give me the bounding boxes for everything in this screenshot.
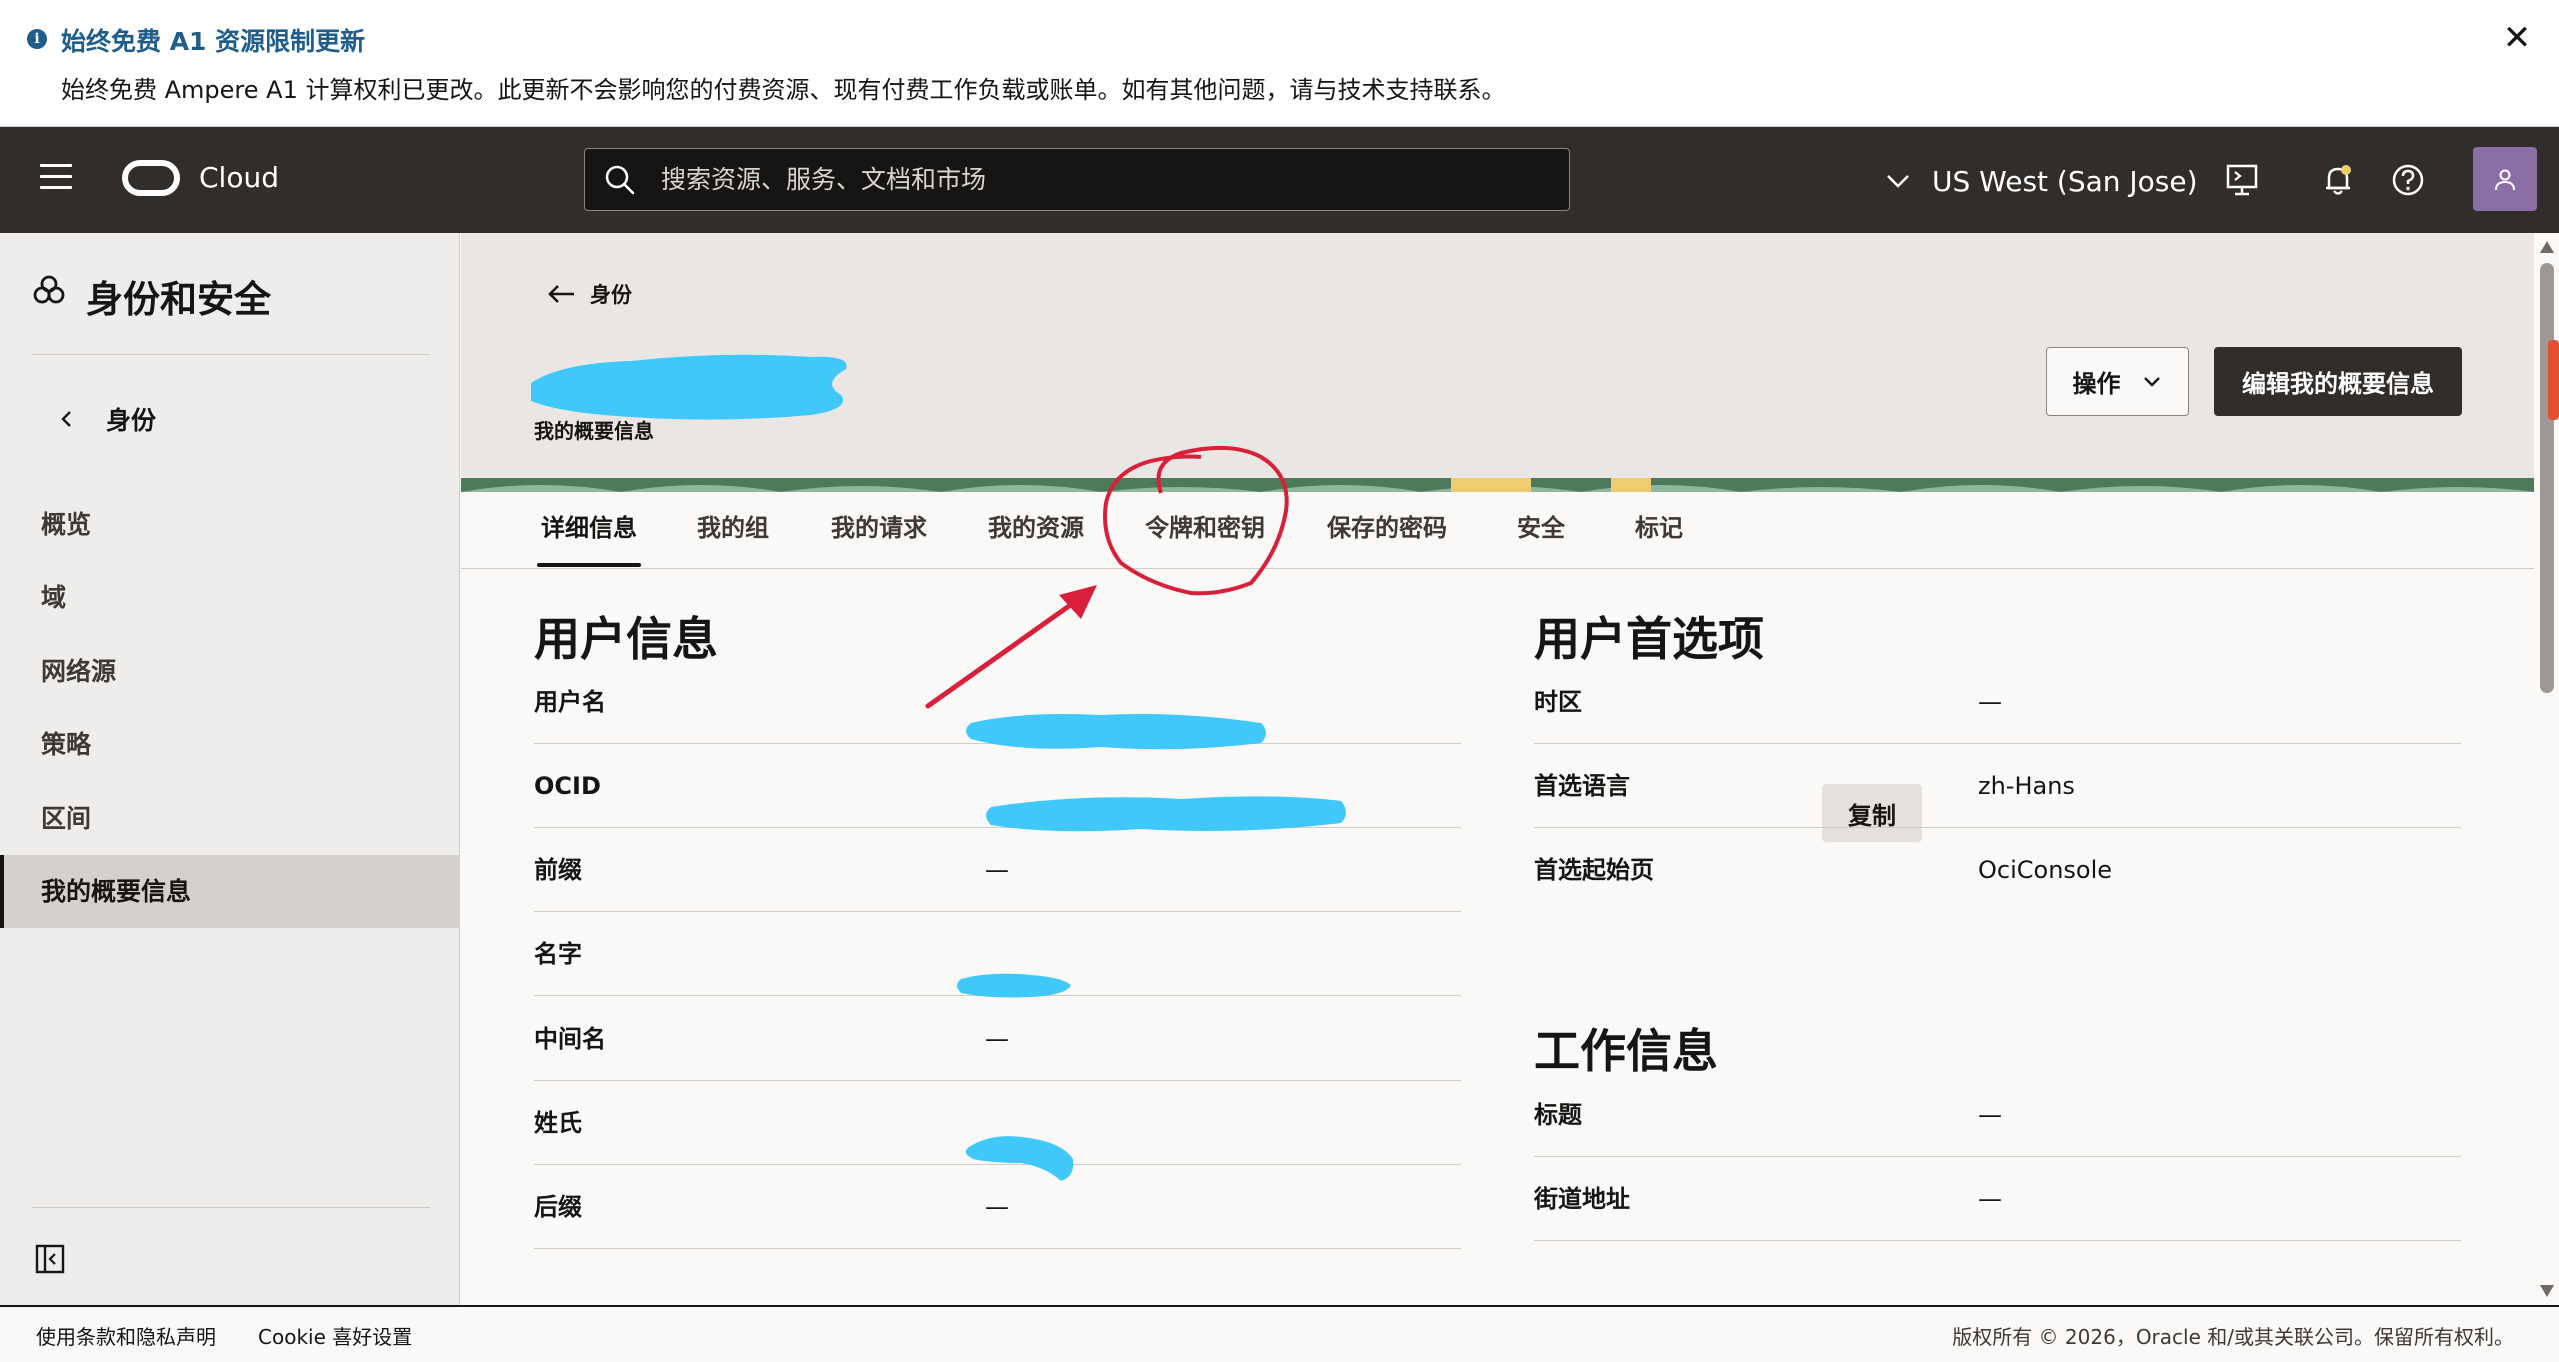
actions-label: 操作 (2072, 370, 2121, 398)
banner-title: 始终免费 A1 资源限制更新 (61, 27, 366, 56)
divider (32, 354, 430, 355)
redaction-mark (531, 354, 847, 420)
scroll-thumb[interactable] (2540, 263, 2554, 693)
sidebar: 身份和安全 身份 概览 域 网络源 策略 区间 我的概要信息 (0, 233, 460, 1305)
region-selector[interactable]: US West (San Jose) (1884, 161, 2198, 201)
field-label: 名字 (534, 940, 582, 968)
field-value: — (985, 1193, 1009, 1221)
top-navigation-bar: Cloud US West (San Jose) (0, 127, 2559, 233)
info-row-ocid: OCID (534, 744, 1461, 828)
announcement-banner: i 始终免费 A1 资源限制更新 始终免费 Ampere A1 计算权利已更改。… (0, 0, 2559, 127)
feedback-tab[interactable] (2548, 340, 2559, 420)
region-label: US West (San Jose) (1932, 164, 2198, 198)
sidebar-item-domains[interactable]: 域 (0, 561, 460, 634)
edit-profile-button[interactable]: 编辑我的概要信息 (2214, 347, 2462, 416)
tab-saved-passwords[interactable]: 保存的密码 (1323, 492, 1451, 569)
pref-row-language: 首选语言 zh-Hans (1534, 744, 2461, 828)
divider (32, 1207, 430, 1208)
field-label: 首选语言 (1534, 772, 1630, 800)
chevron-left-icon (61, 411, 71, 427)
field-value: — (1978, 688, 2002, 716)
info-row-prefix: 前缀 — (534, 828, 1461, 912)
tab-bar: 详细信息 我的组 我的请求 我的资源 令牌和密钥 保存的密码 安全 标记 (461, 492, 2534, 569)
menu-icon[interactable] (40, 164, 72, 196)
terms-link[interactable]: 使用条款和隐私声明 (36, 1321, 216, 1350)
collapse-sidebar-icon[interactable] (34, 1243, 66, 1275)
tab-security[interactable]: 安全 (1513, 492, 1569, 569)
breadcrumb-label: 身份 (590, 283, 632, 307)
search-input[interactable] (661, 149, 1541, 210)
cookie-settings-link[interactable]: Cookie 喜好设置 (258, 1321, 412, 1350)
oracle-logo[interactable] (122, 160, 180, 196)
field-label: 前缀 (534, 856, 582, 884)
info-row-suffix: 后缀 — (534, 1165, 1461, 1249)
breadcrumb[interactable]: 身份 (546, 279, 632, 309)
bell-icon[interactable] (2318, 160, 2358, 200)
scroll-up-arrow[interactable] (2540, 241, 2554, 253)
tab-my-resources[interactable]: 我的资源 (984, 492, 1088, 569)
user-icon (2495, 169, 2515, 191)
field-value: — (1978, 1185, 2002, 1213)
actions-dropdown-button[interactable]: 操作 (2046, 347, 2189, 416)
help-icon[interactable] (2388, 160, 2428, 200)
page-subtitle: 我的概要信息 (534, 419, 654, 443)
field-label: OCID (534, 772, 601, 800)
banner-text: 始终免费 Ampere A1 计算权利已更改。此更新不会影响您的付费资源、现有付… (61, 76, 1506, 104)
work-info-title: 工作信息 (1534, 1024, 1718, 1078)
footer: 使用条款和隐私声明 Cookie 喜好设置 版权所有 © 2026，Oracle… (0, 1305, 2559, 1362)
field-label: 中间名 (534, 1025, 606, 1053)
sidebar-item-compartments[interactable]: 区间 (0, 782, 460, 855)
field-value: — (985, 1025, 1009, 1053)
field-value: zh-Hans (1978, 772, 2075, 800)
arrow-left-icon (548, 285, 574, 303)
sidebar-item-my-profile[interactable]: 我的概要信息 (0, 855, 460, 928)
scroll-down-arrow[interactable] (2540, 1285, 2554, 1297)
chevron-down-icon (1887, 175, 1909, 188)
info-row-first-name: 名字 (534, 912, 1461, 996)
decorative-banner-strip (461, 478, 2534, 492)
search-icon (605, 165, 635, 195)
cloud-shell-icon[interactable] (2222, 160, 2262, 200)
tab-tags[interactable]: 标记 (1631, 492, 1687, 569)
field-label: 后缀 (534, 1193, 582, 1221)
main-content: 身份 我的概要信息 操作 编辑我的概要信息 详细信息 我的组 我的请求 我的资源… (461, 233, 2534, 1305)
field-value: — (985, 856, 1009, 884)
sidebar-back-link[interactable]: 身份 (56, 399, 156, 439)
field-value: OciConsole (1978, 856, 2113, 884)
avatar[interactable] (2473, 147, 2537, 211)
logo-text[interactable]: Cloud (199, 161, 279, 194)
tab-tokens-keys[interactable]: 令牌和密钥 (1141, 492, 1269, 569)
field-value: — (1978, 1101, 2002, 1129)
tab-my-groups[interactable]: 我的组 (693, 492, 773, 569)
info-icon: i (27, 29, 47, 49)
pref-row-timezone: 时区 — (1534, 660, 2461, 744)
info-row-username: 用户名 (534, 660, 1461, 744)
info-row-last-name: 姓氏 (534, 1081, 1461, 1165)
work-row-street: 街道地址 — (1534, 1157, 2461, 1241)
pref-row-start-page: 首选起始页 OciConsole (1534, 828, 2461, 912)
field-label: 首选起始页 (1534, 856, 1654, 884)
field-label: 时区 (1534, 688, 1582, 716)
sidebar-item-network-sources[interactable]: 网络源 (0, 635, 460, 708)
copyright-text: 版权所有 © 2026，Oracle 和/或其关联公司。保留所有权利。 (1952, 1325, 2514, 1349)
sidebar-title: 身份和安全 (86, 278, 271, 321)
sidebar-back-label: 身份 (106, 406, 157, 435)
info-row-middle-name: 中间名 — (534, 997, 1461, 1081)
identity-security-icon (33, 275, 65, 304)
tab-my-requests[interactable]: 我的请求 (827, 492, 931, 569)
sidebar-item-policies[interactable]: 策略 (0, 708, 460, 781)
chevron-down-icon (2143, 376, 2160, 387)
search-box[interactable] (584, 148, 1570, 211)
sidebar-item-overview[interactable]: 概览 (0, 488, 460, 561)
field-label: 用户名 (534, 688, 606, 716)
field-label: 街道地址 (1534, 1185, 1630, 1213)
work-row-title: 标题 — (1534, 1073, 2461, 1157)
close-icon[interactable]: ✕ (2497, 18, 2537, 58)
field-label: 标题 (1534, 1101, 1582, 1129)
field-label: 姓氏 (534, 1109, 582, 1137)
tab-details[interactable]: 详细信息 (537, 492, 641, 569)
